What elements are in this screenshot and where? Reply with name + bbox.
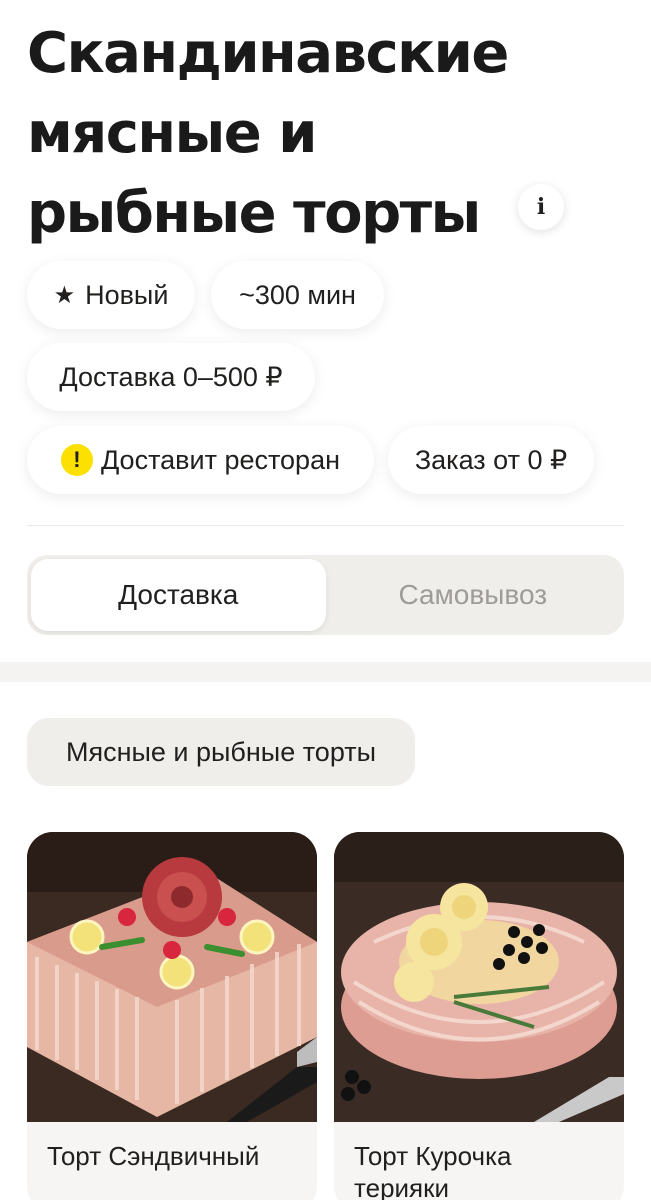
product-image <box>27 832 317 1122</box>
tab-delivery[interactable]: Доставка <box>31 559 326 631</box>
info-icon: i <box>536 194 546 220</box>
delivery-mode-switch: Доставка Самовывоз <box>27 555 624 635</box>
delivery-price-label: Доставка 0–500 ₽ <box>59 361 283 392</box>
category-chip[interactable]: Мясные и рыбные торты <box>27 718 415 786</box>
min-order-label: Заказ от 0 ₽ <box>414 444 568 475</box>
section-separator <box>0 662 651 682</box>
exclamation-icon: ! <box>60 444 93 476</box>
tab-pickup[interactable]: Самовывоз <box>326 559 621 631</box>
product-card[interactable]: Торт Курочка терияки <box>334 832 624 1200</box>
rating-chip[interactable]: ★ Новый <box>27 261 195 329</box>
title-line-1: Скандинавские <box>27 21 509 86</box>
courier-label: Доставит ресторан <box>100 444 341 475</box>
info-button[interactable]: i <box>518 184 564 230</box>
product-name: Торт Курочка терияки <box>354 1141 512 1200</box>
restaurant-page: Скандинавские мясные и рыбные торты i ★ … <box>0 0 651 1200</box>
courier-chip[interactable]: ! Доставит ресторан <box>27 426 374 494</box>
min-order-chip[interactable]: Заказ от 0 ₽ <box>388 426 594 494</box>
product-card[interactable]: Торт Сэндвичный <box>27 832 317 1200</box>
rating-label: Новый <box>85 279 169 310</box>
product-name: Торт Сэндвичный <box>47 1141 260 1171</box>
product-image <box>334 832 624 1122</box>
delivery-price-chip[interactable]: Доставка 0–500 ₽ <box>27 343 315 411</box>
delivery-time-chip[interactable]: ~300 мин <box>211 261 384 329</box>
divider <box>27 525 624 526</box>
title-line-2: мясные и <box>27 101 317 166</box>
star-icon: ★ <box>53 281 76 309</box>
delivery-time-label: ~300 мин <box>239 279 356 310</box>
